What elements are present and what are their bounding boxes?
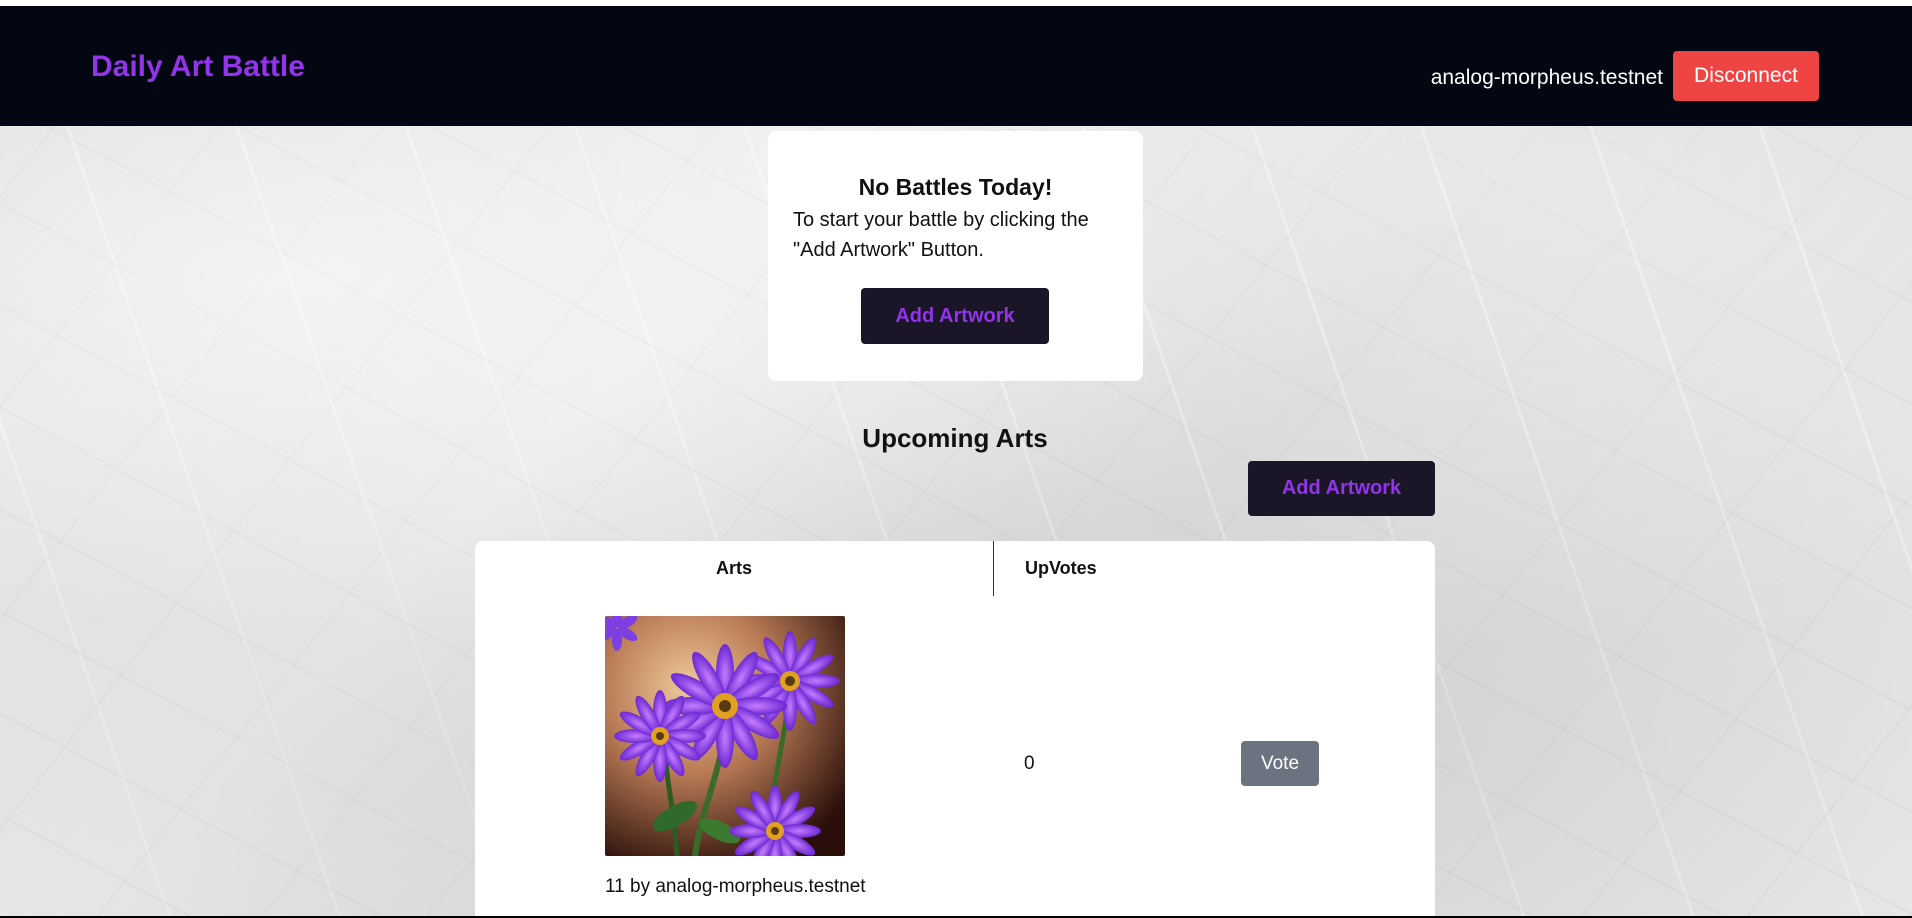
navbar: Daily Art Battle analog-morpheus.testnet… bbox=[0, 6, 1912, 126]
no-battles-title: No Battles Today! bbox=[858, 174, 1053, 200]
upvote-count: 0 bbox=[1024, 753, 1035, 774]
brand-logo[interactable]: Daily Art Battle bbox=[91, 50, 305, 84]
no-battles-card: No Battles Today! To start your battle b… bbox=[768, 131, 1143, 381]
account-name: analog-morpheus.testnet bbox=[1430, 66, 1663, 89]
disconnect-button[interactable]: Disconnect bbox=[1673, 51, 1819, 101]
artwork-image bbox=[605, 616, 845, 856]
purple-daisy-flowers-image[interactable] bbox=[605, 616, 845, 856]
art-caption: 11 by analog-morpheus.testnet bbox=[605, 876, 866, 897]
vote-button[interactable]: Vote bbox=[1241, 741, 1319, 786]
table-header: Arts UpVotes bbox=[475, 541, 1435, 596]
table-row: 11 by analog-morpheus.testnet 0 Vote bbox=[475, 596, 1435, 918]
add-artwork-button[interactable]: Add Artwork bbox=[861, 288, 1049, 344]
upcoming-arts-title: Upcoming Arts bbox=[862, 423, 1048, 453]
no-battles-text: To start your battle by clicking the "Ad… bbox=[793, 209, 1089, 261]
upcoming-add-artwork-button[interactable]: Add Artwork bbox=[1248, 461, 1435, 516]
column-header-arts: Arts bbox=[475, 541, 994, 596]
column-header-upvotes: UpVotes bbox=[1025, 558, 1097, 578]
